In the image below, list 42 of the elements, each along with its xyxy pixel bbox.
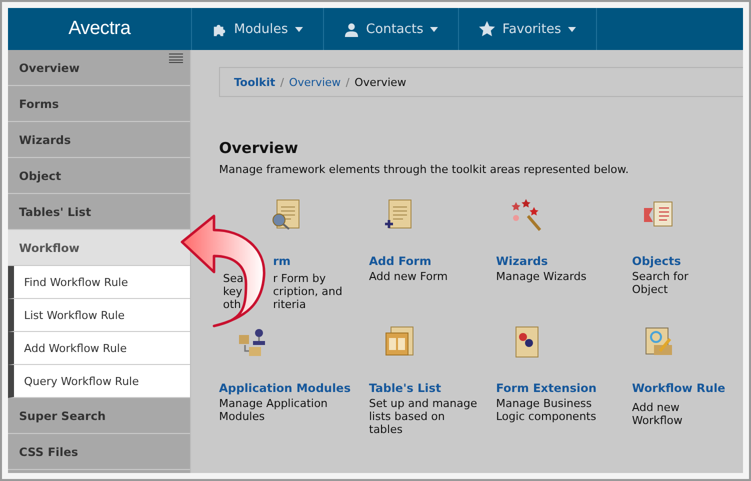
caret-icon — [568, 26, 576, 32]
star-icon — [479, 21, 496, 37]
page-intro: Manage framework elements through the toolkit areas represented below. — [219, 163, 630, 176]
tile-link[interactable]: Table's List — [369, 381, 496, 395]
tile-text: oth — [223, 298, 242, 311]
tile-text: riteria — [273, 298, 306, 311]
tile-link[interactable]: Objects — [632, 254, 742, 268]
tile-text: Sea — [223, 272, 244, 285]
breadcrumb-link[interactable]: Toolkit — [234, 76, 276, 88]
caret-icon — [295, 26, 304, 32]
page-heading: Overview — [219, 139, 300, 157]
breadcrumb-link[interactable]: Overview — [289, 76, 341, 88]
tile-link[interactable]: Form Extension — [496, 381, 632, 395]
tile-description: Search for Object — [632, 270, 690, 296]
nav-menu-button[interactable]: Favorites — [459, 8, 598, 50]
tile-text: key — [223, 285, 242, 298]
person-icon — [344, 22, 360, 36]
sidebar-subitem[interactable]: Query Workflow Rule — [8, 365, 190, 398]
breadcrumb-separator: / — [280, 76, 284, 88]
tile-description: Add new Workflow — [632, 401, 684, 427]
tile-description: Set up and manage lists based on tables — [369, 397, 478, 436]
nav-menu-button[interactable]: Modules — [192, 8, 324, 50]
sidebar-subitem[interactable]: List Workflow Rule — [8, 299, 190, 332]
sidebar-subitem[interactable]: Add Workflow Rule — [8, 332, 190, 365]
tile-text: cription, and — [273, 285, 342, 298]
sidebar-item[interactable]: Workflow — [8, 230, 190, 266]
sidebar-subitem[interactable]: Find Workflow Rule — [8, 266, 190, 299]
tile-description: Add new Form — [369, 270, 449, 283]
caret-icon — [430, 26, 438, 32]
nav-menu-button[interactable]: Contacts — [324, 8, 460, 50]
tile-description: Manage Business Logic components — [496, 397, 598, 423]
tile-text: r Form by — [273, 272, 326, 285]
tile-link[interactable]: Application Modules — [219, 381, 369, 395]
breadcrumb-separator: / — [346, 76, 350, 88]
menu-icon[interactable] — [169, 53, 183, 63]
tile-link[interactable]: Add Form — [369, 254, 496, 268]
tile-description: Manage Application Modules — [219, 397, 329, 423]
tile-description: Manage Wizards — [496, 270, 588, 283]
tile-link[interactable]: Wizards — [496, 254, 632, 268]
tile-link[interactable]: rm — [273, 254, 291, 268]
breadcrumb-current: Overview — [354, 76, 406, 88]
tile-link[interactable]: Workflow Rule — [632, 381, 742, 395]
